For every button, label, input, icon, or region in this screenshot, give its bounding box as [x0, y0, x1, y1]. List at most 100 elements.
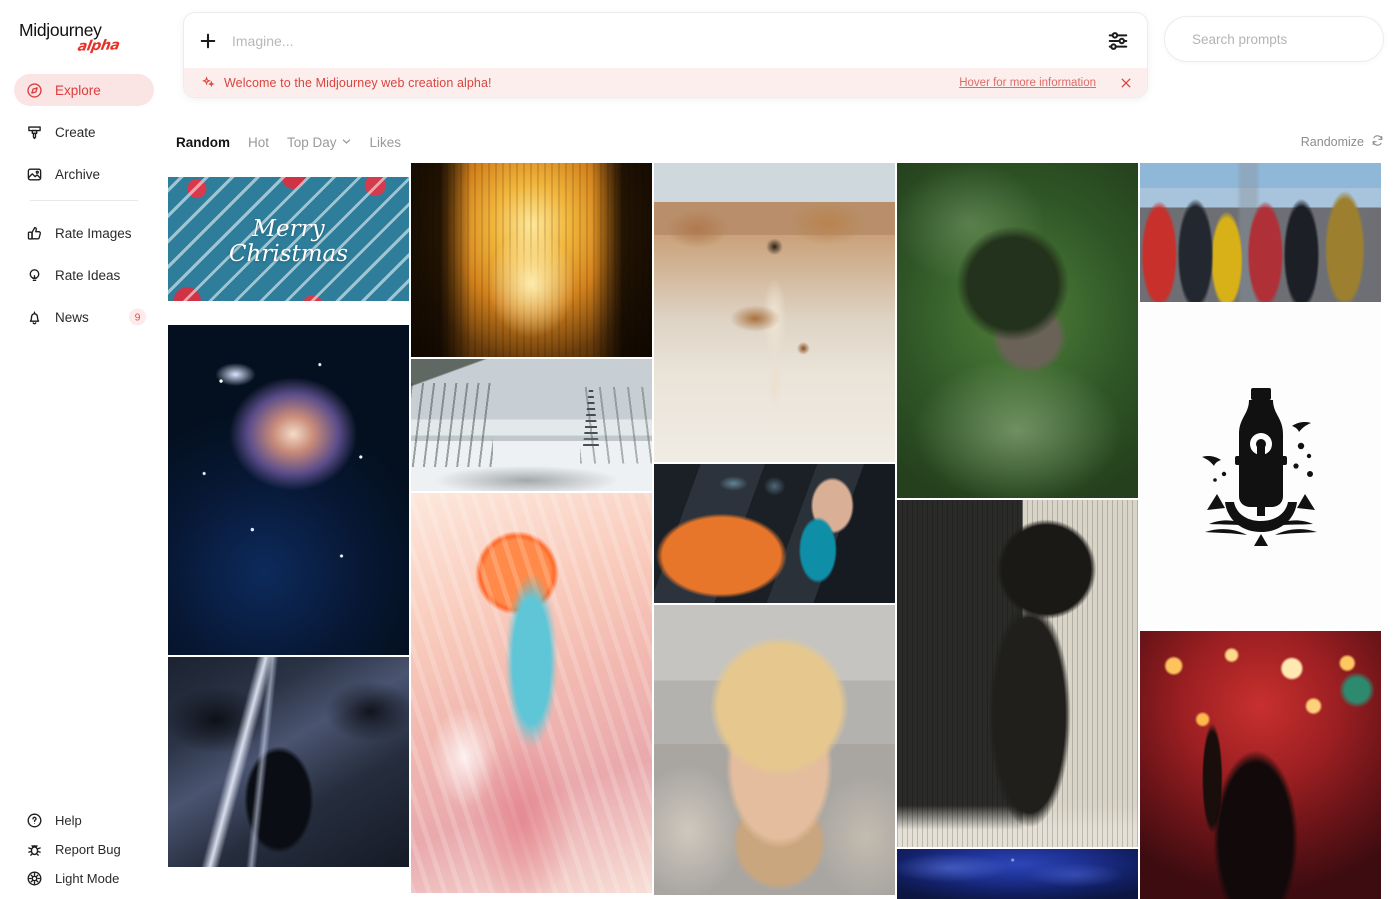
sidebar-item-label: Rate Images	[55, 225, 132, 241]
question-circle-icon	[26, 812, 43, 829]
sidebar-primary-nav: Explore Create Archive Rate Images Rate …	[0, 62, 168, 333]
gallery-tile[interactable]	[897, 163, 1138, 499]
tab-hot[interactable]: Hot	[248, 135, 269, 150]
tab-label: Hot	[248, 134, 270, 150]
sidebar-item-archive[interactable]: Archive	[14, 158, 154, 190]
gallery-column-1: Merry Christmas	[168, 163, 409, 899]
sidebar-item-report-bug[interactable]: Report Bug	[14, 835, 154, 864]
gallery-tile[interactable]	[1140, 163, 1381, 302]
tab-label: Top Day	[287, 134, 337, 150]
lightbulb-icon	[26, 267, 43, 284]
gallery-column-4	[897, 163, 1138, 899]
bug-icon	[26, 841, 43, 858]
artwork-caption: Merry Christmas	[228, 216, 349, 267]
sun-icon	[26, 870, 43, 887]
artwork-deep-blue-clouds	[897, 849, 1138, 899]
sidebar-item-help[interactable]: Help	[14, 806, 154, 835]
tab-label: Random	[176, 134, 230, 150]
artwork-desert-briefcase-man	[654, 163, 895, 462]
gallery-tile[interactable]	[411, 493, 652, 893]
brand-logo[interactable]: Midjourney alpha	[0, 0, 168, 62]
gallery-tile[interactable]	[897, 500, 1138, 848]
image-icon	[26, 166, 43, 183]
gallery-tabs: Random Hot Top Day Likes	[168, 135, 401, 150]
gallery-tile[interactable]	[654, 163, 895, 462]
plus-icon[interactable]	[197, 30, 219, 52]
image-gallery-grid: Merry Christmas	[168, 163, 1400, 899]
gallery-tile[interactable]	[654, 605, 895, 895]
sidebar-item-label: Help	[55, 813, 82, 828]
brush-icon	[26, 124, 43, 141]
sidebar-item-news[interactable]: News 9	[14, 301, 154, 333]
artwork-bearded-man-portrait	[654, 605, 895, 895]
artwork-cosplay-superheroes	[1140, 163, 1381, 302]
sidebar-item-label: Light Mode	[55, 871, 120, 886]
artwork-ink-silhouette	[897, 500, 1138, 848]
gallery-tile[interactable]	[411, 359, 652, 491]
banner-message: Welcome to the Midjourney web creation a…	[224, 75, 492, 90]
sidebar-footer-nav: Help Report Bug Light Mode	[0, 806, 168, 893]
sidebar-item-label: Archive	[55, 166, 101, 182]
sidebar-item-label: Create	[55, 124, 96, 140]
artwork-golden-angel	[411, 163, 652, 357]
sidebar-item-rate-images[interactable]: Rate Images	[14, 217, 154, 249]
artwork-orange-suitcase-man	[654, 464, 895, 603]
sidebar-item-explore[interactable]: Explore	[14, 74, 154, 106]
sliders-icon[interactable]	[1105, 28, 1131, 54]
tab-random[interactable]: Random	[176, 135, 230, 150]
brand-name: Midjourney	[19, 20, 102, 40]
search-prompts-box[interactable]	[1164, 16, 1384, 62]
gallery-column-2	[411, 163, 652, 899]
gallery-column-3	[654, 163, 895, 899]
top-bar: Welcome to the Midjourney web creation a…	[168, 0, 1400, 118]
close-icon[interactable]	[1119, 76, 1133, 90]
tab-top-day[interactable]: Top Day	[287, 135, 352, 150]
tab-likes[interactable]: Likes	[370, 135, 402, 150]
gallery-tile[interactable]	[897, 849, 1138, 899]
gallery-tile[interactable]	[411, 163, 652, 357]
banner-more-info-link[interactable]: Hover for more information	[959, 77, 1096, 89]
main-content: Welcome to the Midjourney web creation a…	[168, 0, 1400, 899]
randomize-button[interactable]: Randomize	[1301, 134, 1384, 150]
artwork-blue-nebula	[168, 325, 409, 655]
sidebar-item-label: News	[55, 309, 89, 325]
artwork-concert-stage	[1140, 631, 1381, 899]
compass-icon	[26, 82, 43, 99]
gallery-tile[interactable]	[1140, 631, 1381, 899]
shuffle-icon	[1371, 134, 1384, 150]
artwork-armored-warrior	[168, 657, 409, 867]
sidebar: Midjourney alpha Explore Create Archive …	[0, 0, 168, 899]
imagine-prompt-input[interactable]	[219, 32, 1105, 49]
gallery-tile[interactable]	[1140, 303, 1381, 630]
news-badge: 9	[129, 308, 146, 326]
prompt-card: Welcome to the Midjourney web creation a…	[183, 12, 1148, 98]
gallery-tile[interactable]	[168, 325, 409, 655]
chevron-down-icon	[341, 135, 352, 150]
sidebar-item-label: Report Bug	[55, 842, 121, 857]
brand-alpha-tag: alpha	[76, 37, 121, 55]
artwork-orange-orb-figure	[411, 493, 652, 893]
artwork-snow-forest-tower	[411, 359, 652, 491]
bell-icon	[26, 309, 43, 326]
sidebar-item-create[interactable]: Create	[14, 116, 154, 148]
artwork-green-smoke-figures	[897, 163, 1138, 499]
anchor-bottle-logo-icon	[1140, 304, 1381, 629]
gallery-column-5	[1140, 163, 1381, 899]
randomize-label: Randomize	[1300, 135, 1364, 149]
gallery-tile[interactable]	[654, 464, 895, 603]
thumbs-up-icon	[26, 225, 43, 242]
prompt-row	[184, 13, 1147, 68]
gallery-tab-row: Random Hot Top Day Likes Randomize	[168, 130, 1400, 154]
tab-label: Likes	[369, 134, 402, 150]
sparkle-icon	[202, 76, 215, 89]
alpha-welcome-banner: Welcome to the Midjourney web creation a…	[184, 68, 1147, 97]
search-input[interactable]	[1192, 31, 1369, 47]
sidebar-item-label: Explore	[55, 82, 101, 98]
sidebar-item-light-mode[interactable]: Light Mode	[14, 864, 154, 893]
gallery-tile[interactable]: Merry Christmas	[168, 163, 409, 323]
sidebar-item-label: Rate Ideas	[55, 267, 121, 283]
sidebar-item-rate-ideas[interactable]: Rate Ideas	[14, 259, 154, 291]
gallery-tile[interactable]	[168, 657, 409, 867]
sidebar-divider	[30, 200, 138, 201]
app-root: Midjourney alpha Explore Create Archive …	[0, 0, 1400, 899]
